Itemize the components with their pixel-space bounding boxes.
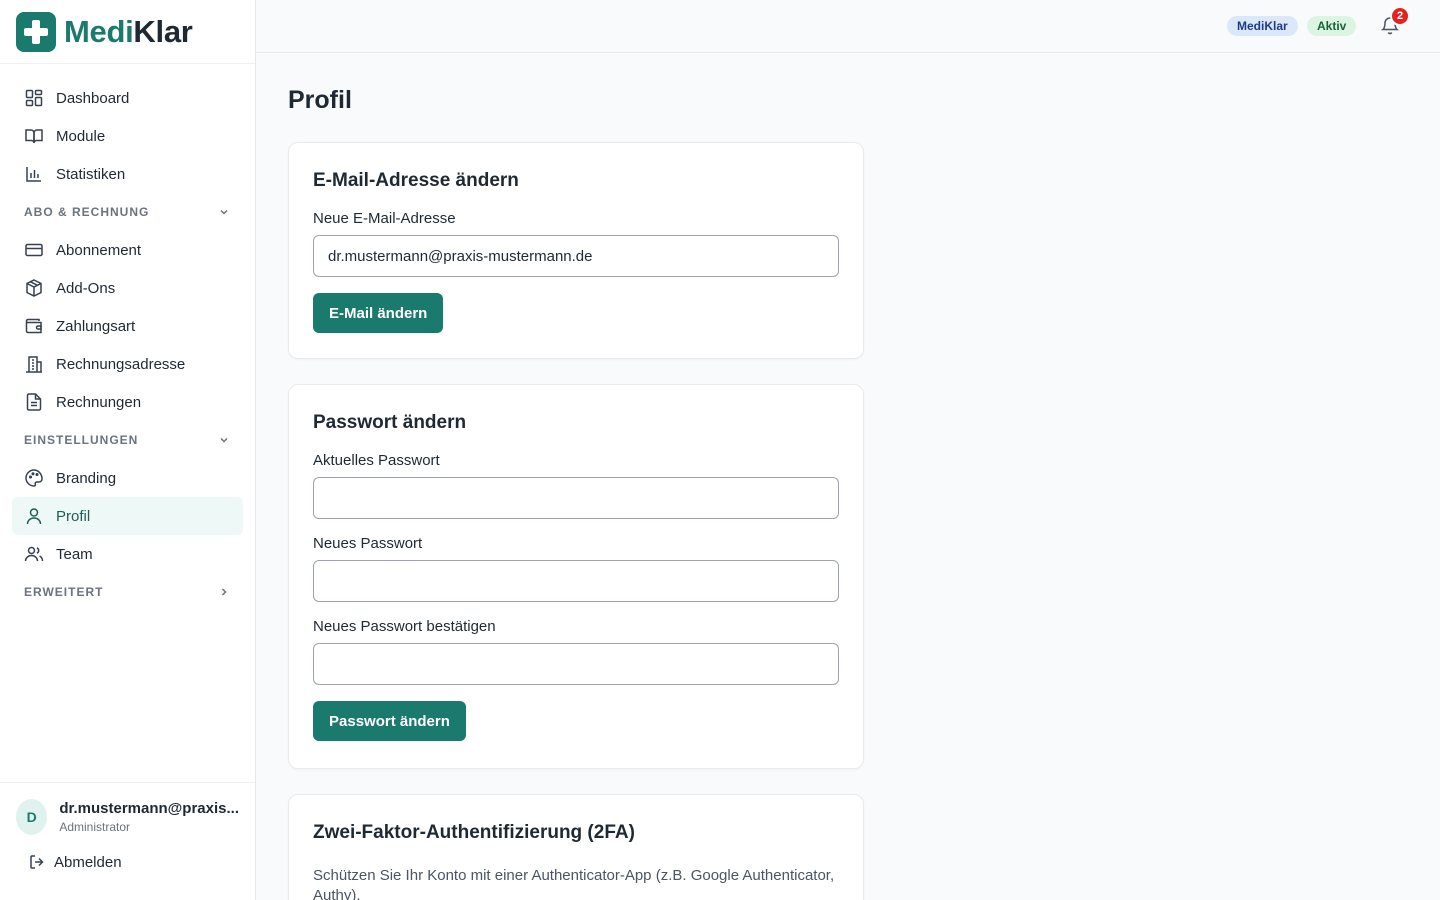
notification-count-badge: 2 — [1390, 6, 1410, 26]
current-password-field[interactable] — [313, 477, 839, 519]
sidebar-item-label: Abonnement — [56, 241, 142, 259]
wallet-icon — [24, 316, 44, 336]
brand-name: MediKlar — [64, 13, 193, 49]
building-icon — [24, 354, 44, 374]
new-password-field[interactable] — [313, 560, 839, 602]
sidebar-item-rechnungen[interactable]: Rechnungen — [12, 383, 243, 421]
chevron-down-icon — [220, 437, 228, 443]
confirm-password-field[interactable] — [313, 643, 839, 685]
sidebar-nav: Dashboard Module Statistiken ABO & RECHN… — [0, 64, 255, 611]
user-panel: D dr.mustermann@praxis... Administrator … — [0, 782, 255, 900]
password-card: Passwort ändern Aktuelles Passwort Neues… — [288, 384, 864, 769]
topbar: MediKlar Aktiv 2 — [256, 0, 1440, 53]
twofa-card-title: Zwei-Faktor-Authentifizierung (2FA) — [313, 822, 635, 843]
user-info[interactable]: D dr.mustermann@praxis... Administrator — [0, 783, 255, 835]
sidebar-item-team[interactable]: Team — [12, 535, 243, 573]
sidebar-item-label: Profil — [56, 507, 91, 525]
sidebar-item-label: Dashboard — [56, 89, 130, 107]
twofa-description: Schützen Sie Ihr Konto mit einer Authent… — [313, 867, 835, 900]
brand-badge: MediKlar — [1227, 16, 1298, 36]
current-password-label: Aktuelles Passwort — [313, 452, 440, 469]
sidebar-item-rechnungsadresse[interactable]: Rechnungsadresse — [12, 345, 243, 383]
dashboard-icon — [24, 88, 44, 108]
sidebar-item-profil[interactable]: Profil — [12, 497, 243, 535]
new-password-label: Neues Passwort — [313, 535, 423, 552]
twofa-card: Zwei-Faktor-Authentifizierung (2FA) Schü… — [288, 794, 864, 900]
change-password-button[interactable]: Passwort ändern — [313, 701, 466, 741]
sidebar-item-add-ons[interactable]: Add-Ons — [12, 269, 243, 307]
sidebar-item-module[interactable]: Module — [12, 117, 243, 155]
nav-section-advanced[interactable]: ERWEITERT — [12, 573, 243, 611]
confirm-password-label: Neues Passwort bestätigen — [313, 618, 496, 635]
sidebar-item-abonnement[interactable]: Abonnement — [12, 231, 243, 269]
sidebar-item-dashboard[interactable]: Dashboard — [12, 79, 243, 117]
sidebar-item-label: Module — [56, 127, 106, 145]
email-field-label: Neue E-Mail-Adresse — [313, 210, 456, 227]
brand[interactable]: MediKlar — [0, 0, 255, 64]
nav-section-settings[interactable]: EINSTELLUNGEN — [12, 421, 243, 459]
document-icon — [24, 392, 44, 412]
chevron-down-icon — [220, 209, 228, 215]
change-email-button[interactable]: E-Mail ändern — [313, 293, 444, 333]
sidebar-item-zahlungsart[interactable]: Zahlungsart — [12, 307, 243, 345]
page-title: Profil — [288, 86, 352, 114]
sidebar-item-label: Zahlungsart — [56, 317, 136, 335]
logout-icon — [30, 855, 44, 869]
chevron-right-icon — [221, 588, 227, 596]
sidebar-item-branding[interactable]: Branding — [12, 459, 243, 497]
password-card-title: Passwort ändern — [313, 412, 467, 433]
sidebar-item-label: Add-Ons — [56, 279, 116, 297]
sidebar: MediKlar Dashboard Module Statistiken AB… — [0, 0, 256, 900]
sidebar-item-label: Statistiken — [56, 165, 126, 183]
palette-icon — [24, 468, 44, 488]
user-role: Administrator — [59, 820, 130, 834]
nav-section-label: ERWEITERT — [24, 585, 104, 599]
email-card: E-Mail-Adresse ändern Neue E-Mail-Adress… — [288, 142, 864, 359]
user-icon — [24, 506, 44, 526]
bar-chart-icon — [24, 164, 44, 184]
status-badge: Aktiv — [1307, 16, 1357, 36]
package-icon — [24, 278, 44, 298]
users-icon — [24, 544, 44, 564]
sidebar-item-label: Branding — [56, 469, 117, 487]
nav-section-label: ABO & RECHNUNG — [24, 205, 150, 219]
sidebar-item-statistiken[interactable]: Statistiken — [12, 155, 243, 193]
sidebar-item-label: Rechnungen — [56, 393, 142, 411]
sidebar-item-label: Team — [56, 545, 93, 563]
book-icon — [24, 126, 44, 146]
user-email: dr.mustermann@praxis... — [59, 800, 239, 817]
email-field[interactable] — [313, 235, 839, 277]
sidebar-item-label: Rechnungsadresse — [56, 355, 186, 373]
credit-card-icon — [24, 240, 44, 260]
nav-section-label: EINSTELLUNGEN — [24, 433, 139, 447]
email-card-title: E-Mail-Adresse ändern — [313, 170, 519, 191]
medical-cross-logo-icon — [16, 11, 56, 52]
logout-button[interactable]: Abmelden — [0, 835, 255, 871]
nav-section-billing[interactable]: ABO & RECHNUNG — [12, 193, 243, 231]
avatar: D — [16, 799, 48, 835]
logout-label: Abmelden — [54, 853, 122, 871]
